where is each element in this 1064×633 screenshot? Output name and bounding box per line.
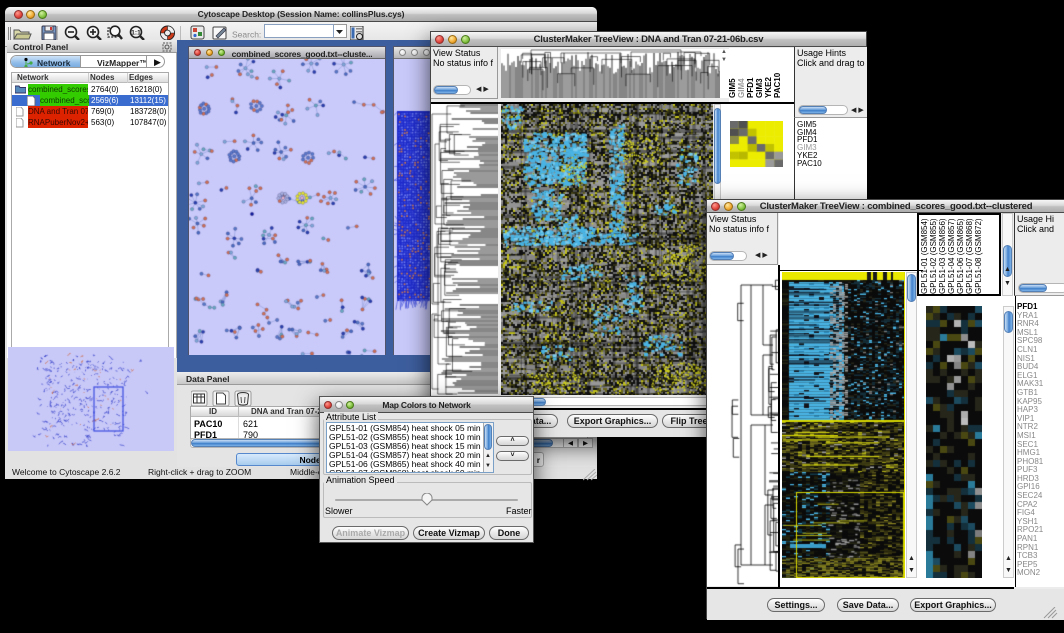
svg-text:Search:: Search: xyxy=(232,30,261,40)
svg-text:1:1: 1:1 xyxy=(131,30,141,37)
